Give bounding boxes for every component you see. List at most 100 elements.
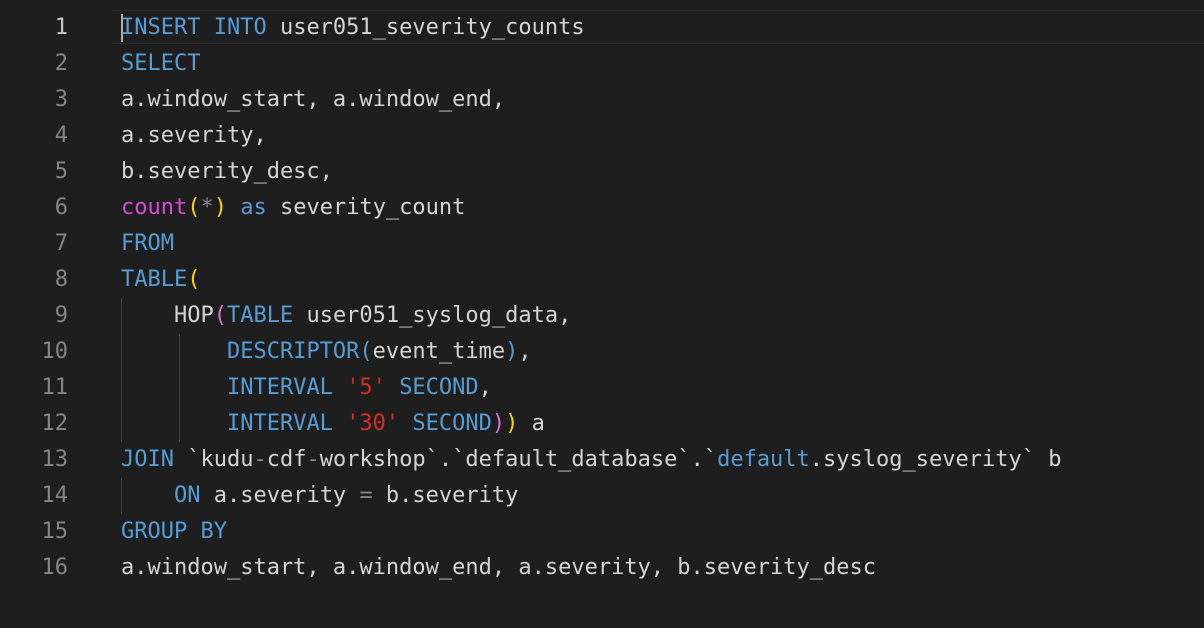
code-text[interactable]: a.window_start, a.window_end, xyxy=(121,82,505,118)
code-text[interactable]: a.window_start, a.window_end, a.severity… xyxy=(121,550,876,586)
text-cursor xyxy=(121,14,123,42)
line-number: 8 xyxy=(54,267,68,292)
code-editor[interactable]: 1 INSERT INTO user051_severity_counts 2 SEL… xyxy=(0,0,1204,628)
line-number: 3 xyxy=(54,87,68,112)
code-token: * xyxy=(200,195,214,220)
code-token: TABLE xyxy=(226,303,294,328)
line-number: 10 xyxy=(41,339,69,364)
code-line[interactable]: 2 SELECT xyxy=(0,46,1204,82)
code-text[interactable]: INTERVAL '30' SECOND)) a xyxy=(121,406,545,442)
code-token: SECOND xyxy=(412,411,492,436)
code-token: a.window_start, a.window_end, xyxy=(121,87,506,112)
code-text[interactable]: INTERVAL '5' SECOND, xyxy=(121,370,492,406)
code-token: INTERVAL xyxy=(226,375,333,400)
code-token: a.window_start, a.window_end, a.severity… xyxy=(121,555,876,580)
line-number: 2 xyxy=(54,51,68,76)
code-line[interactable]: 6 count(*) as severity_count xyxy=(0,190,1204,226)
code-line[interactable]: 1 INSERT INTO user051_severity_counts xyxy=(0,10,1204,46)
code-token: INTERVAL xyxy=(226,411,333,436)
code-line[interactable]: 9 HOP(TABLE user051_syslog_data, xyxy=(0,298,1204,334)
code-text[interactable]: FROM xyxy=(121,226,174,262)
code-token: ) xyxy=(491,411,506,436)
code-token: `kudu xyxy=(173,447,254,472)
indent-guide xyxy=(121,478,122,514)
line-number: 13 xyxy=(41,447,69,472)
code-line[interactable]: 13 JOIN `kudu-cdf-workshop`.`default_data… xyxy=(0,442,1204,478)
code-token: event_time xyxy=(372,339,506,364)
code-token: - xyxy=(253,447,267,472)
code-token: ( xyxy=(359,339,373,364)
code-line[interactable]: 12 INTERVAL '30' SECOND)) a xyxy=(0,406,1204,442)
code-token: count xyxy=(121,195,188,220)
code-token: FROM xyxy=(121,231,174,256)
code-token: - xyxy=(306,447,320,472)
code-token: DESCRIPTOR xyxy=(226,339,360,364)
code-text[interactable]: HOP(TABLE user051_syslog_data, xyxy=(121,298,571,334)
code-text[interactable]: a.severity, xyxy=(121,118,267,154)
code-token: ) xyxy=(505,411,519,436)
code-token: GROUP BY xyxy=(121,519,227,544)
code-text[interactable]: count(*) as severity_count xyxy=(121,190,465,226)
line-number: 15 xyxy=(41,519,69,544)
code-line[interactable]: 7 FROM xyxy=(0,226,1204,262)
code-token: a xyxy=(518,411,545,436)
code-text[interactable]: SELECT xyxy=(121,46,200,82)
code-token: .syslog_severity` b xyxy=(809,447,1062,472)
code-token: , xyxy=(478,375,492,400)
code-line[interactable]: 5 b.severity_desc, xyxy=(0,154,1204,190)
code-token: b.severity xyxy=(372,483,519,508)
indent-guide xyxy=(121,298,122,442)
line-number: 6 xyxy=(54,195,68,220)
code-token: , xyxy=(518,339,532,364)
code-text[interactable]: ON a.severity = b.severity xyxy=(121,478,518,514)
code-line[interactable]: 15 GROUP BY xyxy=(0,514,1204,550)
code-line[interactable]: 4 a.severity, xyxy=(0,118,1204,154)
line-number: 16 xyxy=(41,555,69,580)
code-token: SECOND xyxy=(399,375,479,400)
line-number: 11 xyxy=(41,375,69,400)
code-text[interactable]: INSERT INTO user051_severity_counts xyxy=(121,10,585,46)
code-token: user051_syslog_data, xyxy=(293,303,572,328)
code-token: HOP xyxy=(121,303,214,328)
code-token: user051_severity_counts xyxy=(266,15,585,40)
code-token: JOIN xyxy=(121,447,174,472)
code-text[interactable]: JOIN `kudu-cdf-workshop`.`default_databa… xyxy=(121,442,1061,478)
code-line[interactable]: 10 DESCRIPTOR(event_time), xyxy=(0,334,1204,370)
code-text[interactable]: DESCRIPTOR(event_time), xyxy=(121,334,532,370)
code-token: ( xyxy=(187,267,201,292)
line-number: 7 xyxy=(54,231,68,256)
code-line[interactable]: 14 ON a.severity = b.severity xyxy=(0,478,1204,514)
code-token: a.severity xyxy=(200,483,360,508)
code-token: '30' xyxy=(346,411,400,436)
code-token: ) xyxy=(213,195,227,220)
code-line[interactable]: 16 a.window_start, a.window_end, a.severi… xyxy=(0,550,1204,586)
code-line[interactable]: 8 TABLE( xyxy=(0,262,1204,298)
code-token: ) xyxy=(505,339,519,364)
code-token: b.severity_desc, xyxy=(121,159,333,184)
code-token: = xyxy=(359,483,373,508)
line-number: 5 xyxy=(54,159,68,184)
code-line[interactable]: 3 a.window_start, a.window_end, xyxy=(0,82,1204,118)
line-number: 12 xyxy=(41,411,69,436)
code-text[interactable]: GROUP BY xyxy=(121,514,227,550)
code-token: ( xyxy=(213,303,227,328)
code-token: ( xyxy=(187,195,201,220)
code-token: severity_count xyxy=(266,195,466,220)
code-token: TABLE xyxy=(121,267,188,292)
code-token: cdf xyxy=(266,447,307,472)
code-token: '5' xyxy=(346,375,386,400)
line-number: 1 xyxy=(54,15,68,40)
code-line[interactable]: 11 INTERVAL '5' SECOND, xyxy=(0,370,1204,406)
code-text[interactable]: b.severity_desc, xyxy=(121,154,333,190)
code-token: ON xyxy=(173,483,201,508)
code-text[interactable]: TABLE( xyxy=(121,262,200,298)
code-token: INSERT INTO xyxy=(121,15,267,40)
